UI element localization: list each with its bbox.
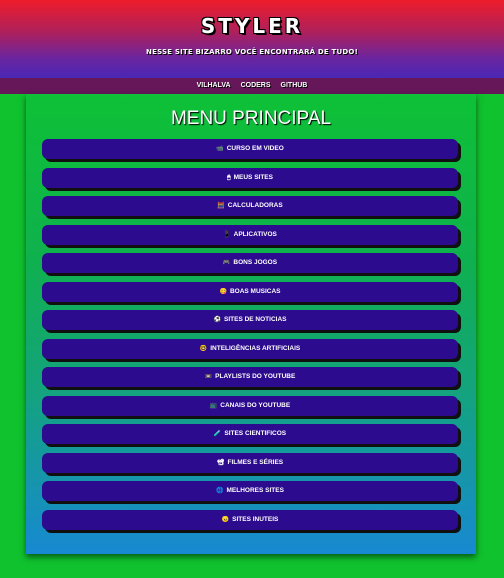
nav-link-coders[interactable]: CODERS [241,78,271,94]
menu-button-label: FILMES E SÉRIES [227,458,284,466]
soccer-ball-icon: ⚽ [213,317,221,323]
menu-button-label: MEUS SITES [233,173,273,181]
menu-list: 📹 CURSO EM VIDEO 🖱 MEUS SITES 🧮 CALCULADORA… [42,139,458,538]
nav-link-vilhalva[interactable]: VILHALVA [197,78,231,94]
site-logo-title: STYLER [200,14,304,38]
nerd-face-icon: 🤓 [199,345,208,352]
menu-button-label: SITES CIENTIFICOS [224,430,287,437]
mouse-icon: 🖱 [227,174,231,181]
main-menu-panel: MENU PRINCIPAL 📹 CURSO EM VIDEO 🖱 MEUS SIT… [26,94,476,554]
menu-button-melhores-sites[interactable]: 🌐 MELHORES SITES [42,481,458,501]
menu-button-label: CURSO EM VIDEO [226,145,284,152]
menu-button-label: PLAYLISTS DO YOUTUBE [215,373,296,380]
menu-button-label: SITES INUTEIS [232,515,279,523]
test-tube-icon: 🧪 [213,431,222,437]
menu-button-label: BONS JOGOS [233,259,278,266]
smiley-icon: 😋 [219,288,227,295]
angry-face-icon: 😠 [221,516,230,523]
globe-icon: 🌐 [216,488,224,494]
menu-button-sites-cientificos[interactable]: 🧪 SITES CIENTIFICOS [42,424,458,444]
menu-button-filmes-e-series[interactable]: 📽 FILMES E SÉRIES [42,452,458,473]
menu-button-calculadoras[interactable]: 🧮 CALCULADORAS [42,196,458,216]
menu-title: MENU PRINCIPAL [170,108,332,129]
menu-button-label: MELHORES SITES [226,487,284,494]
menu-button-sites-inuteis[interactable]: 😠 SITES INUTEIS [42,509,458,530]
calculator-icon: 🧮 [217,203,225,209]
menu-button-aplicativos[interactable]: 📱 APLICATIVOS [42,224,458,245]
menu-button-canais-do-youtube[interactable]: 📺 CANAIS DO YOUTUBE [42,395,458,416]
menu-button-label: INTELIGÊNCIAS ARTIFICIAIS [210,344,301,352]
site-header: STYLER NESSE SITE BIZARRO VOCÊ ENCONTRAR… [0,0,504,78]
menu-button-meus-sites[interactable]: 🖱 MEUS SITES [42,167,458,188]
phone-icon: 📱 [223,231,231,238]
videocassette-icon: 📼 [204,374,213,380]
menu-button-label: APLICATIVOS [233,230,277,238]
top-navigation: VILHALVA CODERS GITHUB [0,78,504,94]
menu-button-label: BOAS MUSICAS [229,287,281,295]
menu-button-label: CANAIS DO YOUTUBE [220,401,291,409]
menu-button-playlists-do-youtube[interactable]: 📼 PLAYLISTS DO YOUTUBE [42,367,458,387]
nav-link-github[interactable]: GITHUB [281,78,308,94]
menu-button-inteligencias-artificiais[interactable]: 🤓 INTELIGÊNCIAS ARTIFICIAIS [42,338,458,359]
menu-button-boas-musicas[interactable]: 😋 BOAS MUSICAS [42,281,458,302]
television-icon: 📺 [209,402,218,409]
menu-button-label: SITES DE NOTICIAS [224,316,287,323]
gamepad-icon: 🎮 [222,260,231,266]
menu-button-sites-de-noticias[interactable]: ⚽ SITES DE NOTICIAS [42,310,458,330]
menu-button-curso-em-video[interactable]: 📹 CURSO EM VIDEO [42,139,458,159]
film-projector-icon: 📽 [216,459,225,466]
menu-button-label: CALCULADORAS [227,202,283,209]
site-tagline: NESSE SITE BIZARRO VOCÊ ENCONTRARÁ DE TU… [146,48,358,56]
video-camera-icon: 📹 [216,146,224,152]
menu-button-bons-jogos[interactable]: 🎮 BONS JOGOS [42,253,458,273]
